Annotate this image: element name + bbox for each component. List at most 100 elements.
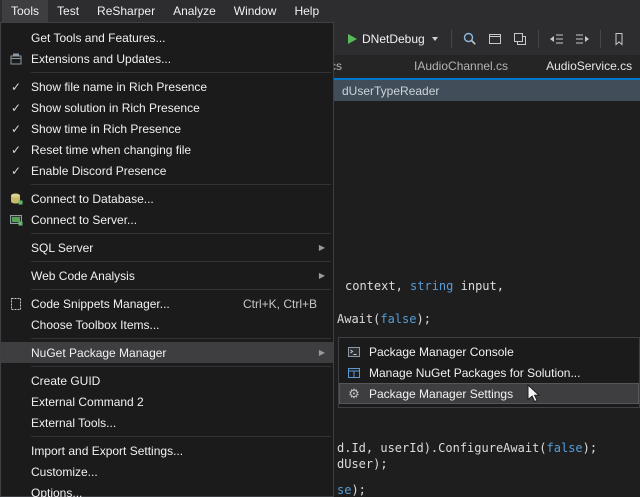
menu-item-external-command-2[interactable]: External Command 2 [1, 391, 333, 412]
snippets-icon [1, 297, 31, 311]
menu-separator [31, 436, 331, 437]
search-icon[interactable] [461, 30, 479, 48]
menu-item-choose-toolbox-items[interactable]: Choose Toolbox Items... [1, 314, 333, 335]
chevron-right-icon: ▶ [311, 243, 325, 252]
server-icon [1, 213, 31, 227]
indent-decrease-icon[interactable] [548, 30, 566, 48]
chevron-right-icon: ▶ [311, 348, 325, 357]
tab-audioservice[interactable]: AudioService.cs [536, 55, 640, 78]
menu-item-web-code-analysis[interactable]: Web Code Analysis ▶ [1, 265, 333, 286]
mouse-cursor [527, 384, 541, 407]
menu-item-package-manager-console[interactable]: Package Manager Console [339, 341, 639, 362]
menu-item-shortcut: Ctrl+K, Ctrl+B [243, 297, 317, 311]
menu-item-sql-server[interactable]: SQL Server ▶ [1, 237, 333, 258]
copy-icon[interactable] [511, 30, 529, 48]
menu-item-extensions-and-updates[interactable]: Extensions and Updates... [1, 48, 333, 69]
menu-item-enable-discord-presence[interactable]: ✓ Enable Discord Presence [1, 160, 333, 181]
tab-iaudiochannel[interactable]: IAudioChannel.cs [404, 55, 518, 78]
menu-item-code-snippets-manager[interactable]: Code Snippets Manager... Ctrl+K, Ctrl+B [1, 293, 333, 314]
start-debug-button[interactable]: DNetDebug [344, 30, 442, 48]
menu-item-manage-nuget-packages-for-solution[interactable]: Manage NuGet Packages for Solution... [339, 362, 639, 383]
menu-separator [31, 289, 331, 290]
menubar-item-help[interactable]: Help [285, 0, 328, 22]
menu-item-label: Choose Toolbox Items... [31, 318, 325, 332]
menu-item-label: Enable Discord Presence [31, 164, 325, 178]
code-line: context, string input, [345, 279, 504, 294]
flag-icon[interactable] [635, 30, 640, 48]
indent-increase-icon[interactable] [573, 30, 591, 48]
chevron-down-icon[interactable] [432, 37, 438, 41]
tools-menu: Get Tools and Features... Extensions and… [0, 22, 334, 497]
menu-item-label: Code Snippets Manager... [31, 297, 227, 311]
menu-item-label: Connect to Database... [31, 192, 325, 206]
menu-item-label: NuGet Package Manager [31, 346, 311, 360]
menu-item-label: External Tools... [31, 416, 325, 430]
menu-item-reset-time-when-changing-file[interactable]: ✓ Reset time when changing file [1, 139, 333, 160]
menu-item-label: Connect to Server... [31, 213, 325, 227]
menu-item-import-and-export-settings[interactable]: Import and Export Settings... [1, 440, 333, 461]
gear-icon: ⚙ [348, 387, 360, 400]
check-icon: ✓ [11, 122, 21, 136]
check-icon: ✓ [11, 143, 21, 157]
check-icon: ✓ [11, 80, 21, 94]
check-icon: ✓ [11, 164, 21, 178]
menu-item-label: Show solution in Rich Presence [31, 101, 325, 115]
menu-item-create-guid[interactable]: Create GUID [1, 370, 333, 391]
menu-item-show-solution-rich-presence[interactable]: ✓ Show solution in Rich Presence [1, 97, 333, 118]
packages-icon [339, 366, 369, 380]
menu-item-customize[interactable]: Customize... [1, 461, 333, 482]
menu-item-label: Reset time when changing file [31, 143, 325, 157]
menubar-item-test[interactable]: Test [48, 0, 88, 22]
menu-item-label: Package Manager Settings [369, 387, 631, 401]
menu-separator [31, 366, 331, 367]
menu-item-label: Manage NuGet Packages for Solution... [369, 366, 631, 380]
bookmark-icon[interactable] [610, 30, 628, 48]
menu-item-show-time-rich-presence[interactable]: ✓ Show time in Rich Presence [1, 118, 333, 139]
menu-item-external-tools[interactable]: External Tools... [1, 412, 333, 433]
menu-item-label: External Command 2 [31, 395, 325, 409]
menu-item-connect-to-server[interactable]: Connect to Server... [1, 209, 333, 230]
play-icon [348, 34, 357, 44]
menu-item-label: Extensions and Updates... [31, 52, 325, 66]
menubar-item-window[interactable]: Window [225, 0, 286, 22]
menubar-item-tools[interactable]: Tools [2, 0, 48, 22]
menu-separator [31, 261, 331, 262]
menu-item-show-file-name-rich-presence[interactable]: ✓ Show file name in Rich Presence [1, 76, 333, 97]
console-icon [339, 345, 369, 359]
menu-item-options[interactable]: Options... [1, 482, 333, 497]
run-config-label: DNetDebug [362, 32, 425, 46]
menu-item-connect-to-database[interactable]: Connect to Database... [1, 188, 333, 209]
menu-item-package-manager-settings[interactable]: ⚙ Package Manager Settings [339, 383, 639, 404]
menu-separator [31, 338, 331, 339]
menu-item-label: Get Tools and Features... [31, 31, 325, 45]
menu-bar: Tools Test ReSharper Analyze Window Help [0, 0, 640, 22]
code-line: dUser); [337, 457, 388, 472]
menu-item-label: Web Code Analysis [31, 269, 311, 283]
menu-separator [31, 233, 331, 234]
toolbar-separator [600, 30, 601, 48]
code-line: d.Id, userId).ConfigureAwait(false); [337, 441, 597, 456]
menu-item-nuget-package-manager[interactable]: NuGet Package Manager ▶ [1, 342, 333, 363]
menu-item-label: Import and Export Settings... [31, 444, 325, 458]
navbar-type-label: dUserTypeReader [342, 84, 439, 98]
menu-item-label: Options... [31, 486, 325, 497]
code-line: Await(false); [337, 312, 431, 327]
menu-item-label: Show time in Rich Presence [31, 122, 325, 136]
database-icon [1, 192, 31, 206]
code-line: se); [337, 483, 366, 497]
chevron-right-icon: ▶ [311, 271, 325, 280]
menubar-item-resharper[interactable]: ReSharper [88, 0, 164, 22]
menu-item-label: Create GUID [31, 374, 325, 388]
toolbar-separator [451, 30, 452, 48]
menu-item-label: Customize... [31, 465, 325, 479]
menu-item-label: SQL Server [31, 241, 311, 255]
menu-item-label: Show file name in Rich Presence [31, 80, 325, 94]
menu-separator [31, 184, 331, 185]
toolbar-separator [538, 30, 539, 48]
check-icon: ✓ [11, 101, 21, 115]
menu-separator [31, 72, 331, 73]
menubar-item-analyze[interactable]: Analyze [164, 0, 225, 22]
menu-item-get-tools-and-features[interactable]: Get Tools and Features... [1, 27, 333, 48]
new-window-icon[interactable] [486, 30, 504, 48]
nuget-submenu: Package Manager Console Manage NuGet Pac… [338, 337, 640, 408]
